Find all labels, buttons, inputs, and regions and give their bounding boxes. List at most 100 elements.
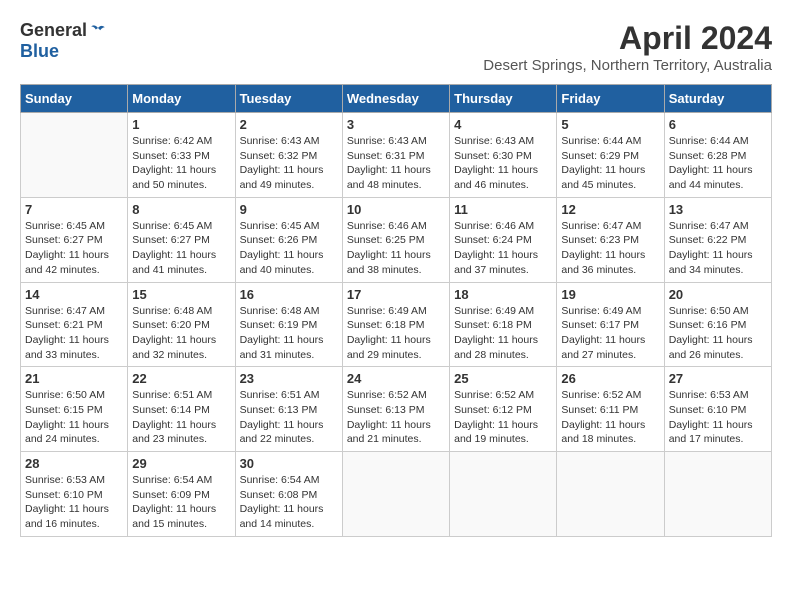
calendar-title: April 2024 xyxy=(483,20,772,57)
calendar-day-cell: 22 Sunrise: 6:51 AMSunset: 6:14 PMDayligh… xyxy=(128,367,235,452)
calendar-day-cell: 24 Sunrise: 6:52 AMSunset: 6:13 PMDayligh… xyxy=(342,367,449,452)
day-number: 8 xyxy=(132,202,230,217)
day-info: Sunrise: 6:52 AMSunset: 6:13 PMDaylight:… xyxy=(347,388,445,447)
calendar-week-row: 21Sunrise: 6:50 AMSunset: 6:15 PMDayligh… xyxy=(21,367,772,452)
calendar-header-row: SundayMondayTuesdayWednesdayThursdayFrid… xyxy=(21,85,772,113)
day-info: Sunrise: 6:45 AMSunset: 6:26 PMDaylight:… xyxy=(240,219,338,278)
day-number: 7 xyxy=(25,202,123,217)
day-number: 19 xyxy=(561,287,659,302)
calendar-day-cell xyxy=(557,452,664,537)
calendar-day-cell: 29 Sunrise: 6:54 AMSunset: 6:09 PMDayligh… xyxy=(128,452,235,537)
calendar-subtitle: Desert Springs, Northern Territory, Aust… xyxy=(483,57,772,74)
calendar-day-cell: 19Sunrise: 6:49 AMSunset: 6:17 PMDayligh… xyxy=(557,282,664,367)
day-of-week-header: Monday xyxy=(128,85,235,113)
day-number: 18 xyxy=(454,287,552,302)
logo-bird-icon xyxy=(89,22,107,40)
calendar-day-cell xyxy=(450,452,557,537)
day-of-week-header: Tuesday xyxy=(235,85,342,113)
calendar-day-cell: 18 Sunrise: 6:49 AMSunset: 6:18 PMDayligh… xyxy=(450,282,557,367)
day-number: 11 xyxy=(454,202,552,217)
calendar-day-cell: 27Sunrise: 6:53 AMSunset: 6:10 PMDayligh… xyxy=(664,367,771,452)
calendar-day-cell: 23 Sunrise: 6:51 AMSunset: 6:13 PMDayligh… xyxy=(235,367,342,452)
day-number: 4 xyxy=(454,117,552,132)
calendar-day-cell: 20Sunrise: 6:50 AMSunset: 6:16 PMDayligh… xyxy=(664,282,771,367)
day-number: 29 xyxy=(132,456,230,471)
day-info: Sunrise: 6:45 AMSunset: 6:27 PMDaylight:… xyxy=(132,219,230,278)
day-number: 23 xyxy=(240,371,338,386)
calendar-week-row: 1 Sunrise: 6:42 AMSunset: 6:33 PMDaylight… xyxy=(21,113,772,198)
calendar-day-cell: 15 Sunrise: 6:48 AMSunset: 6:20 PMDayligh… xyxy=(128,282,235,367)
day-info: Sunrise: 6:51 AMSunset: 6:13 PMDaylight:… xyxy=(240,388,338,447)
day-info: Sunrise: 6:50 AMSunset: 6:15 PMDaylight:… xyxy=(25,388,123,447)
day-number: 13 xyxy=(669,202,767,217)
day-info: Sunrise: 6:44 AMSunset: 6:29 PMDaylight:… xyxy=(561,134,659,193)
day-number: 5 xyxy=(561,117,659,132)
day-info: Sunrise: 6:49 AMSunset: 6:18 PMDaylight:… xyxy=(347,304,445,363)
day-number: 28 xyxy=(25,456,123,471)
day-info: Sunrise: 6:54 AMSunset: 6:09 PMDaylight:… xyxy=(132,473,230,532)
day-of-week-header: Friday xyxy=(557,85,664,113)
day-info: Sunrise: 6:45 AMSunset: 6:27 PMDaylight:… xyxy=(25,219,123,278)
day-info: Sunrise: 6:54 AMSunset: 6:08 PMDaylight:… xyxy=(240,473,338,532)
calendar-day-cell: 21Sunrise: 6:50 AMSunset: 6:15 PMDayligh… xyxy=(21,367,128,452)
day-number: 16 xyxy=(240,287,338,302)
calendar-day-cell: 10 Sunrise: 6:46 AMSunset: 6:25 PMDayligh… xyxy=(342,197,449,282)
day-number: 9 xyxy=(240,202,338,217)
day-info: Sunrise: 6:46 AMSunset: 6:25 PMDaylight:… xyxy=(347,219,445,278)
day-info: Sunrise: 6:47 AMSunset: 6:22 PMDaylight:… xyxy=(669,219,767,278)
day-info: Sunrise: 6:42 AMSunset: 6:33 PMDaylight:… xyxy=(132,134,230,193)
day-info: Sunrise: 6:44 AMSunset: 6:28 PMDaylight:… xyxy=(669,134,767,193)
day-info: Sunrise: 6:43 AMSunset: 6:30 PMDaylight:… xyxy=(454,134,552,193)
day-of-week-header: Saturday xyxy=(664,85,771,113)
day-number: 25 xyxy=(454,371,552,386)
day-number: 12 xyxy=(561,202,659,217)
title-area: April 2024 Desert Springs, Northern Terr… xyxy=(483,20,772,74)
day-number: 10 xyxy=(347,202,445,217)
calendar-day-cell: 11 Sunrise: 6:46 AMSunset: 6:24 PMDayligh… xyxy=(450,197,557,282)
logo: General Blue xyxy=(20,20,107,62)
calendar-day-cell: 25 Sunrise: 6:52 AMSunset: 6:12 PMDayligh… xyxy=(450,367,557,452)
calendar-day-cell: 1 Sunrise: 6:42 AMSunset: 6:33 PMDaylight… xyxy=(128,113,235,198)
calendar-day-cell: 8 Sunrise: 6:45 AMSunset: 6:27 PMDaylight… xyxy=(128,197,235,282)
day-info: Sunrise: 6:52 AMSunset: 6:11 PMDaylight:… xyxy=(561,388,659,447)
day-number: 20 xyxy=(669,287,767,302)
calendar-day-cell xyxy=(21,113,128,198)
calendar-day-cell: 28Sunrise: 6:53 AMSunset: 6:10 PMDayligh… xyxy=(21,452,128,537)
day-number: 14 xyxy=(25,287,123,302)
calendar-day-cell: 26Sunrise: 6:52 AMSunset: 6:11 PMDayligh… xyxy=(557,367,664,452)
day-number: 15 xyxy=(132,287,230,302)
day-info: Sunrise: 6:52 AMSunset: 6:12 PMDaylight:… xyxy=(454,388,552,447)
calendar-day-cell: 30Sunrise: 6:54 AMSunset: 6:08 PMDayligh… xyxy=(235,452,342,537)
day-number: 1 xyxy=(132,117,230,132)
calendar-day-cell: 4 Sunrise: 6:43 AMSunset: 6:30 PMDaylight… xyxy=(450,113,557,198)
calendar-day-cell: 6 Sunrise: 6:44 AMSunset: 6:28 PMDaylight… xyxy=(664,113,771,198)
calendar-day-cell: 9 Sunrise: 6:45 AMSunset: 6:26 PMDaylight… xyxy=(235,197,342,282)
calendar-day-cell: 7 Sunrise: 6:45 AMSunset: 6:27 PMDaylight… xyxy=(21,197,128,282)
calendar-day-cell: 16Sunrise: 6:48 AMSunset: 6:19 PMDayligh… xyxy=(235,282,342,367)
day-info: Sunrise: 6:53 AMSunset: 6:10 PMDaylight:… xyxy=(669,388,767,447)
header: General Blue April 2024 Desert Springs, … xyxy=(20,20,772,74)
day-info: Sunrise: 6:47 AMSunset: 6:21 PMDaylight:… xyxy=(25,304,123,363)
day-info: Sunrise: 6:48 AMSunset: 6:20 PMDaylight:… xyxy=(132,304,230,363)
day-number: 24 xyxy=(347,371,445,386)
day-info: Sunrise: 6:43 AMSunset: 6:31 PMDaylight:… xyxy=(347,134,445,193)
calendar-day-cell: 13 Sunrise: 6:47 AMSunset: 6:22 PMDayligh… xyxy=(664,197,771,282)
calendar-day-cell: 12 Sunrise: 6:47 AMSunset: 6:23 PMDayligh… xyxy=(557,197,664,282)
logo-general: General xyxy=(20,20,87,41)
day-info: Sunrise: 6:49 AMSunset: 6:18 PMDaylight:… xyxy=(454,304,552,363)
calendar-day-cell: 17Sunrise: 6:49 AMSunset: 6:18 PMDayligh… xyxy=(342,282,449,367)
calendar-day-cell: 5 Sunrise: 6:44 AMSunset: 6:29 PMDaylight… xyxy=(557,113,664,198)
day-number: 3 xyxy=(347,117,445,132)
day-number: 22 xyxy=(132,371,230,386)
calendar-day-cell xyxy=(664,452,771,537)
day-info: Sunrise: 6:51 AMSunset: 6:14 PMDaylight:… xyxy=(132,388,230,447)
day-info: Sunrise: 6:47 AMSunset: 6:23 PMDaylight:… xyxy=(561,219,659,278)
calendar-day-cell: 3 Sunrise: 6:43 AMSunset: 6:31 PMDaylight… xyxy=(342,113,449,198)
day-of-week-header: Wednesday xyxy=(342,85,449,113)
day-of-week-header: Thursday xyxy=(450,85,557,113)
day-number: 6 xyxy=(669,117,767,132)
calendar-table: SundayMondayTuesdayWednesdayThursdayFrid… xyxy=(20,84,772,537)
day-info: Sunrise: 6:46 AMSunset: 6:24 PMDaylight:… xyxy=(454,219,552,278)
day-info: Sunrise: 6:43 AMSunset: 6:32 PMDaylight:… xyxy=(240,134,338,193)
calendar-week-row: 14 Sunrise: 6:47 AMSunset: 6:21 PMDayligh… xyxy=(21,282,772,367)
